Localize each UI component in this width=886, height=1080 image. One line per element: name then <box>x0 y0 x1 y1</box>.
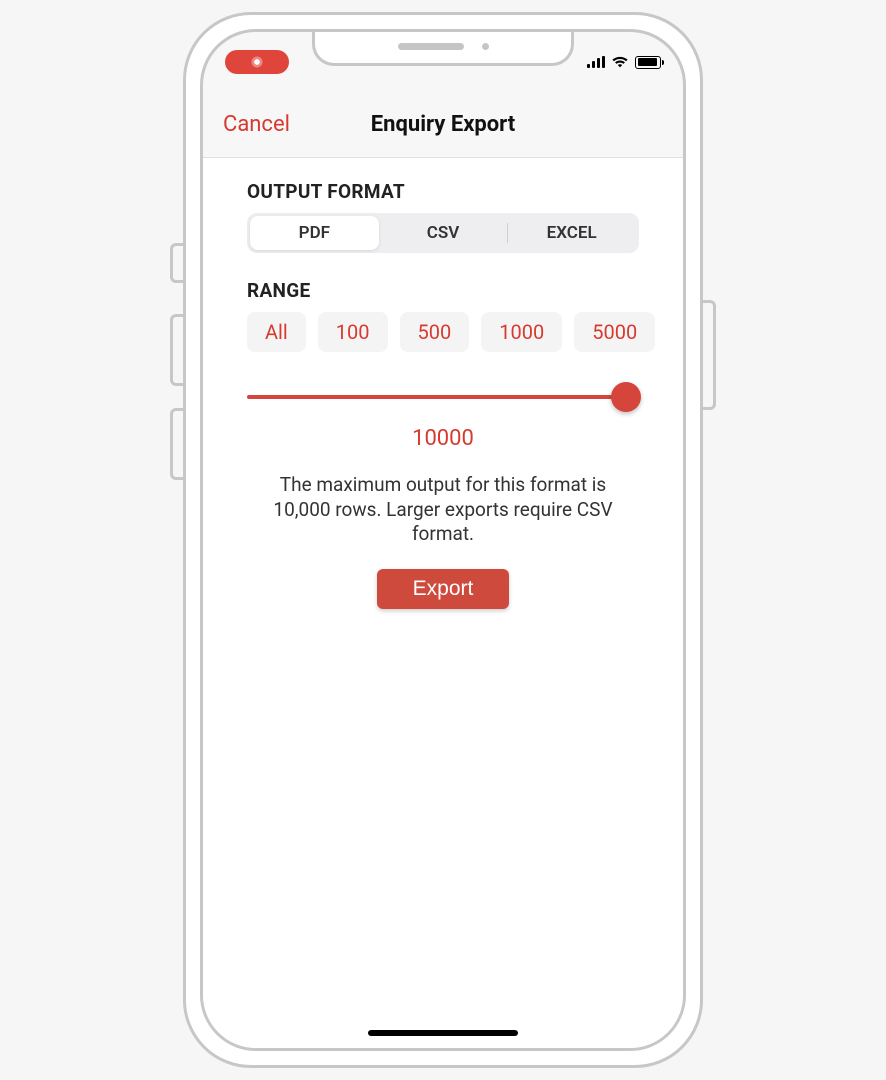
battery-icon <box>635 56 661 69</box>
slider-value: 10000 <box>247 426 639 451</box>
recording-indicator[interactable] <box>225 50 289 74</box>
range-presets: All 100 500 1000 5000 <box>247 312 639 352</box>
slider-track <box>247 395 639 399</box>
speaker-grille <box>398 43 464 50</box>
record-icon <box>250 55 264 69</box>
format-option-pdf[interactable]: PDF <box>250 216 379 250</box>
range-preset-1000[interactable]: 1000 <box>481 312 562 352</box>
range-preset-100[interactable]: 100 <box>318 312 388 352</box>
phone-screen: Cancel Enquiry Export OUTPUT FORMAT PDF … <box>200 29 686 1051</box>
slider-thumb[interactable] <box>611 382 641 412</box>
format-option-csv[interactable]: CSV <box>379 216 508 250</box>
info-text: The maximum output for this format is 10… <box>247 473 639 547</box>
phone-frame: Cancel Enquiry Export OUTPUT FORMAT PDF … <box>183 12 703 1068</box>
range-preset-500[interactable]: 500 <box>400 312 470 352</box>
front-camera <box>482 43 489 50</box>
range-label: RANGE <box>247 279 639 302</box>
format-segmented-control: PDF CSV EXCEL <box>247 213 639 253</box>
cancel-button[interactable]: Cancel <box>223 112 290 137</box>
export-button[interactable]: Export <box>377 569 510 609</box>
phone-notch <box>312 30 574 66</box>
range-slider[interactable] <box>247 384 639 410</box>
output-format-label: OUTPUT FORMAT <box>247 180 639 203</box>
cellular-icon <box>587 56 605 68</box>
range-preset-5000[interactable]: 5000 <box>574 312 655 352</box>
home-indicator[interactable] <box>368 1030 518 1036</box>
navigation-bar: Cancel Enquiry Export <box>203 84 683 158</box>
format-option-excel[interactable]: EXCEL <box>507 216 636 250</box>
wifi-icon <box>611 55 629 69</box>
content-area: OUTPUT FORMAT PDF CSV EXCEL RANGE All 10… <box>203 158 683 1048</box>
range-preset-all[interactable]: All <box>247 312 306 352</box>
status-right <box>587 55 661 69</box>
